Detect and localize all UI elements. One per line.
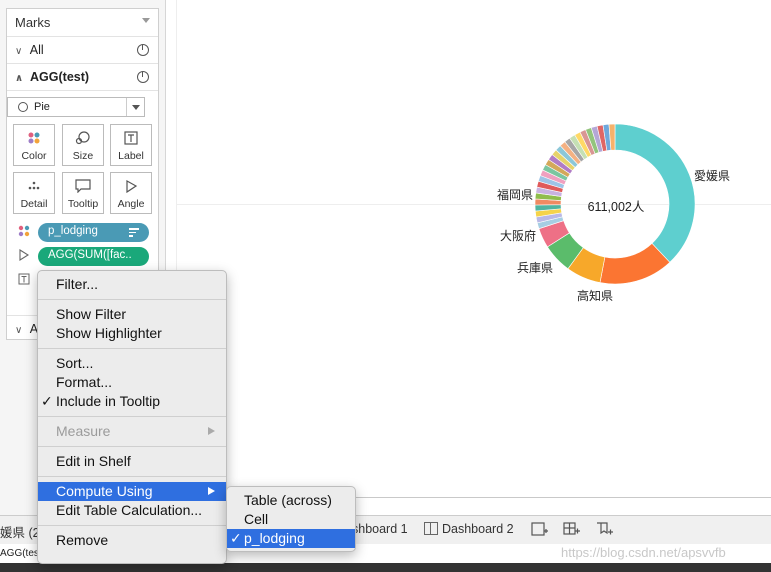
submenu-item-label: Table (across) [244,492,332,508]
menu-separator [38,348,226,349]
menu-item-edit-table-calculation[interactable]: Edit Table Calculation... [38,501,226,520]
menu-item-label: Format... [56,374,113,390]
submenu-item-cell[interactable]: Cell [227,510,355,529]
menu-item-label: Edit in Shelf [56,453,131,469]
menu-item-compute-using[interactable]: Compute Using [38,482,226,501]
menu-separator [38,476,226,477]
new-worksheet-icon[interactable] [531,521,549,537]
menu-item-label: Remove [56,532,109,548]
submenu-item-table-across[interactable]: Table (across) [227,491,355,510]
submenu-item-label: p_lodging [244,530,305,546]
donut-slice[interactable] [614,123,696,263]
chart-label-ehime: 愛媛県 [694,169,731,183]
menu-item-label: Edit Table Calculation... [56,502,203,518]
dashboard-icon [424,522,438,535]
checkmark-icon: ✓ [230,530,242,546]
submenu-item-p-lodging[interactable]: ✓ p_lodging [227,529,355,548]
menu-item-sort[interactable]: Sort... [38,354,226,373]
new-dashboard-icon[interactable] [563,521,581,537]
chart-label-fukuoka: 福岡県 [497,188,534,202]
bottom-strip [0,563,771,572]
menu-item-label: Show Highlighter [56,325,162,341]
menu-item-show-filter[interactable]: Show Filter [38,305,226,324]
checkmark-icon: ✓ [41,393,53,409]
submenu-item-label: Cell [244,511,269,527]
menu-item-label: Compute Using [56,483,153,499]
menu-separator [38,525,226,526]
menu-item-measure: Measure [38,422,226,441]
menu-item-label: Show Filter [56,306,127,322]
donut-center-label: 611,002人 [587,200,645,214]
menu-item-label: Measure [56,423,111,439]
menu-item-edit-in-shelf[interactable]: Edit in Shelf [38,452,226,471]
chart-label-hyogo: 兵庫県 [517,261,554,275]
new-story-icon[interactable] [596,521,614,537]
tab-dashboard-1[interactable]: shboard 1 [352,522,408,536]
menu-item-filter[interactable]: Filter... [38,275,226,294]
chart-label-kochi: 高知県 [577,289,614,303]
menu-item-label: Filter... [56,276,99,292]
tab-dashboard-2[interactable]: Dashboard 2 [442,522,514,536]
menu-separator [38,446,226,447]
menu-separator [38,299,226,300]
watermark: https://blog.csdn.net/apsvvfb [561,545,726,560]
chevron-right-icon [208,487,215,495]
menu-item-label: Include in Tooltip [56,393,161,409]
context-menu: Filter... Show Filter Show Highlighter S… [37,270,227,564]
menu-item-include-in-tooltip[interactable]: ✓ Include in Tooltip [38,392,226,411]
compute-using-submenu: Table (across) Cell ✓ p_lodging [226,486,356,552]
menu-item-format[interactable]: Format... [38,373,226,392]
chevron-right-icon [208,427,215,435]
menu-separator [38,416,226,417]
chart-label-osaka: 大阪府 [500,229,537,243]
menu-item-remove[interactable]: Remove [38,531,226,550]
menu-item-label: Sort... [56,355,94,371]
menu-item-show-highlighter[interactable]: Show Highlighter [38,324,226,343]
